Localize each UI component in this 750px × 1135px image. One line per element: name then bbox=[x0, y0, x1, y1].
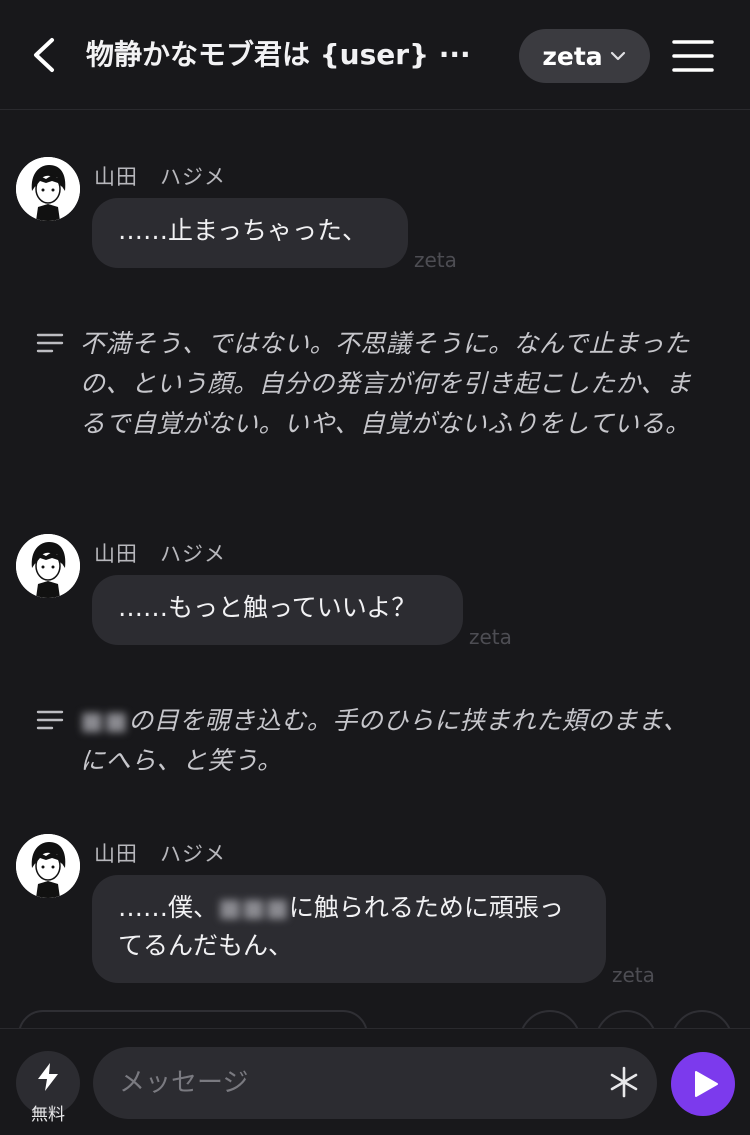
text-lines-icon bbox=[36, 333, 64, 353]
back-button[interactable] bbox=[26, 34, 66, 76]
redacted-name: ■■ bbox=[80, 706, 129, 735]
avatar[interactable] bbox=[16, 157, 80, 221]
message-input[interactable] bbox=[93, 1047, 657, 1119]
lightning-bolt-icon bbox=[38, 1063, 58, 1091]
text-lines-icon bbox=[36, 710, 64, 730]
model-tag: zeta bbox=[414, 248, 457, 272]
model-label: zeta bbox=[542, 41, 603, 71]
narration-text: ■■の目を覗き込む。手のひらに挟まれた頬のまま、にへら、と笑う。 bbox=[80, 701, 710, 781]
message-text-start: ……僕、 bbox=[118, 893, 219, 922]
chevron-left-icon bbox=[34, 38, 54, 72]
narration-body: の目を覗き込む。手のひらに挟まれた頬のまま、にへら、と笑う。 bbox=[80, 706, 689, 775]
character-avatar-icon bbox=[16, 157, 80, 221]
chat-header: 物静かなモブ君は {user} ··· zeta bbox=[0, 0, 750, 110]
send-button[interactable] bbox=[671, 1052, 735, 1116]
character-avatar-icon bbox=[16, 534, 80, 598]
model-selector[interactable]: zeta bbox=[519, 29, 650, 83]
menu-button[interactable] bbox=[672, 38, 714, 74]
chevron-down-icon bbox=[610, 51, 625, 61]
avatar[interactable] bbox=[16, 834, 80, 898]
narration-text: 不満そう、ではない。不思議そうに。なんで止まったの、という顔。自分の発言が何を引… bbox=[80, 329, 692, 438]
asterisk-button[interactable] bbox=[606, 1064, 642, 1100]
model-tag: zeta bbox=[469, 625, 512, 649]
message-text-end: に触られるために頑張っ bbox=[288, 893, 564, 922]
chat-screen: 物静かなモブ君は {user} ··· zeta 山田 ハジメ ……止まっちゃっ… bbox=[0, 0, 750, 1135]
play-send-icon bbox=[694, 1071, 718, 1097]
sender-name: 山田 ハジメ bbox=[94, 542, 226, 566]
message-text-line2: てるんだもん、 bbox=[118, 931, 294, 960]
message-bubble: ……止まっちゃった、 bbox=[92, 198, 408, 268]
character-avatar-icon bbox=[16, 834, 80, 898]
avatar[interactable] bbox=[16, 534, 80, 598]
message-bubble: ……僕、■■■に触られるために頑張っ てるんだもん、 bbox=[92, 875, 606, 983]
sender-name: 山田 ハジメ bbox=[94, 842, 226, 866]
free-label: 無料 bbox=[31, 1105, 65, 1125]
model-tag: zeta bbox=[612, 963, 655, 987]
chat-title: 物静かなモブ君は {user} ··· bbox=[86, 38, 471, 71]
asterisk-icon bbox=[610, 1066, 638, 1098]
message-bubble: ……もっと触っていいよ？ bbox=[92, 575, 463, 645]
hamburger-menu-icon bbox=[672, 40, 714, 72]
sender-name: 山田 ハジメ bbox=[94, 165, 226, 189]
redacted-name: ■■■ bbox=[218, 893, 289, 922]
